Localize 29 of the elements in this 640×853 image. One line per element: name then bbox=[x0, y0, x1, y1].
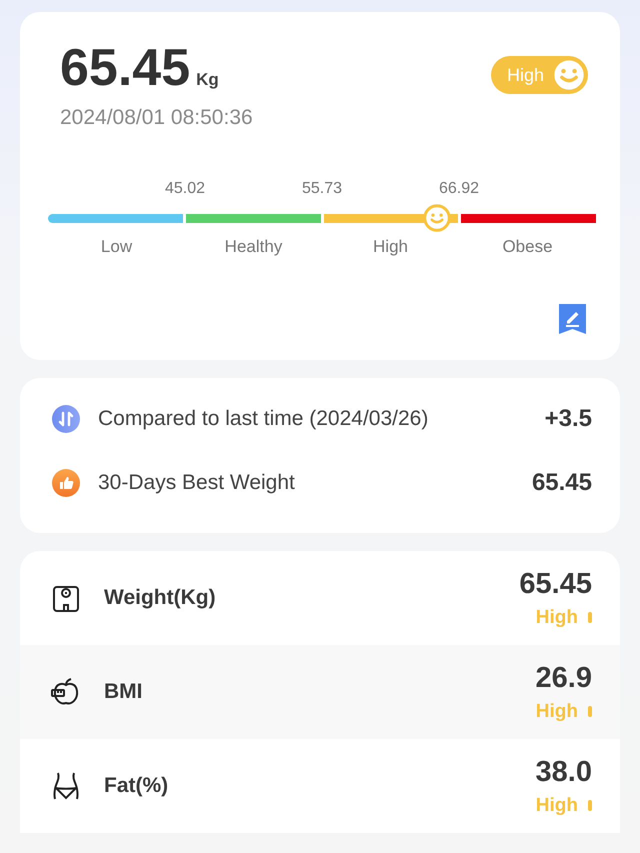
scale-icon bbox=[51, 583, 81, 613]
weight-value: 65.45 bbox=[60, 39, 190, 97]
comparison-label: 30-Days Best Weight bbox=[98, 471, 296, 495]
metric-value: 26.9 bbox=[536, 662, 592, 694]
metric-value: 65.45 bbox=[519, 568, 592, 600]
metric-name: Fat(%) bbox=[104, 774, 170, 798]
metric-value: 38.0 bbox=[536, 756, 592, 788]
range-label: Obese bbox=[502, 237, 553, 257]
range-label: Low bbox=[100, 237, 132, 257]
threshold-value: 55.73 bbox=[302, 180, 342, 199]
status-badge: High bbox=[490, 56, 588, 94]
metric-status: High bbox=[536, 700, 578, 722]
waist-icon bbox=[51, 771, 81, 801]
range-label: High bbox=[373, 237, 408, 257]
metric-status: High bbox=[536, 606, 578, 628]
thumbs-up-icon bbox=[52, 469, 80, 497]
edit-icon[interactable] bbox=[559, 304, 586, 334]
comparison-value: 65.45 bbox=[532, 469, 592, 497]
metric-name: Weight(Kg) bbox=[104, 586, 217, 610]
threshold-value: 66.92 bbox=[438, 180, 480, 199]
comparison-value: +3.5 bbox=[544, 405, 592, 433]
metric-status: High bbox=[536, 794, 578, 816]
range-label: Healthy bbox=[224, 237, 282, 257]
unit-label: Kg bbox=[196, 70, 219, 89]
comparison-label: Compared to last time (2024/03/26) bbox=[98, 407, 430, 431]
timestamp: 2024/08/01 08:50:36 bbox=[60, 106, 253, 130]
threshold-value: 45.02 bbox=[164, 180, 206, 199]
metric-name: BMI bbox=[104, 680, 144, 704]
arrows-icon bbox=[52, 405, 80, 433]
